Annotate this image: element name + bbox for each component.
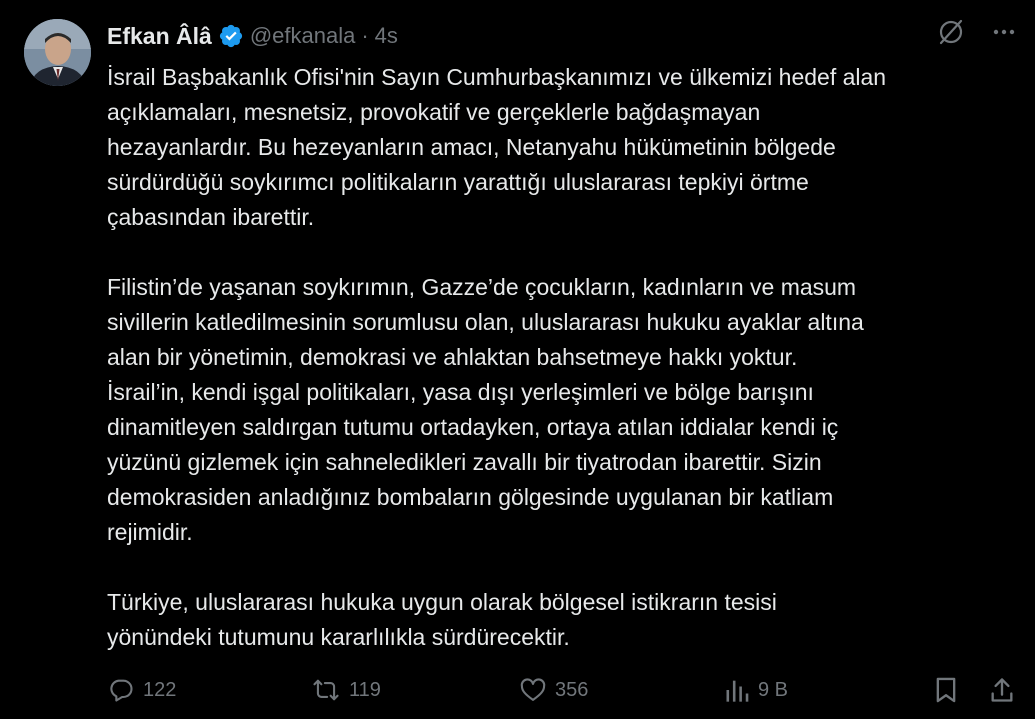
reply-button[interactable]: 122 [107,676,176,704]
tweet-text: İsrail Başbakanlık Ofisi'nin Sayın Cumhu… [107,60,1019,655]
bookmark-button[interactable] [933,676,959,704]
tweet-header: Efkan Âlâ @efkanala · 4s [107,20,398,52]
like-button[interactable]: 356 [519,676,588,704]
heart-icon [519,676,547,704]
share-icon [989,676,1015,704]
avatar[interactable] [24,19,91,86]
reply-count: 122 [143,678,177,701]
reply-icon [107,676,135,704]
views-count: 9 B [758,678,789,701]
tweet-action-bar: 122 119 356 9 B [107,672,1015,708]
tweet-paragraph: Türkiye, uluslararası hukuka uygun olara… [107,589,777,650]
retweet-count: 119 [349,678,381,701]
author-name[interactable]: Efkan Âlâ [107,23,212,50]
tweet-paragraph: İsrail Başbakanlık Ofisi'nin Sayın Cumhu… [107,64,887,230]
tweet-paragraph: Filistin’de yaşanan soykırımın, Gazze’de… [107,274,864,545]
avatar-image [24,19,91,86]
more-options-icon[interactable] [991,19,1017,50]
separator-dot: · [361,23,369,48]
bookmark-icon [933,676,959,704]
author-handle[interactable]: @efkanala [250,23,356,49]
retweet-icon [311,676,341,704]
timestamp[interactable]: 4s [375,23,398,49]
retweet-button[interactable]: 119 [311,676,381,704]
like-count: 356 [555,678,589,701]
grok-icon[interactable] [937,18,965,51]
tweet-top-actions [937,18,1017,51]
views-button[interactable]: 9 B [724,676,788,704]
share-button[interactable] [989,676,1015,704]
verified-badge-icon [218,23,244,49]
views-chart-icon [724,676,750,704]
